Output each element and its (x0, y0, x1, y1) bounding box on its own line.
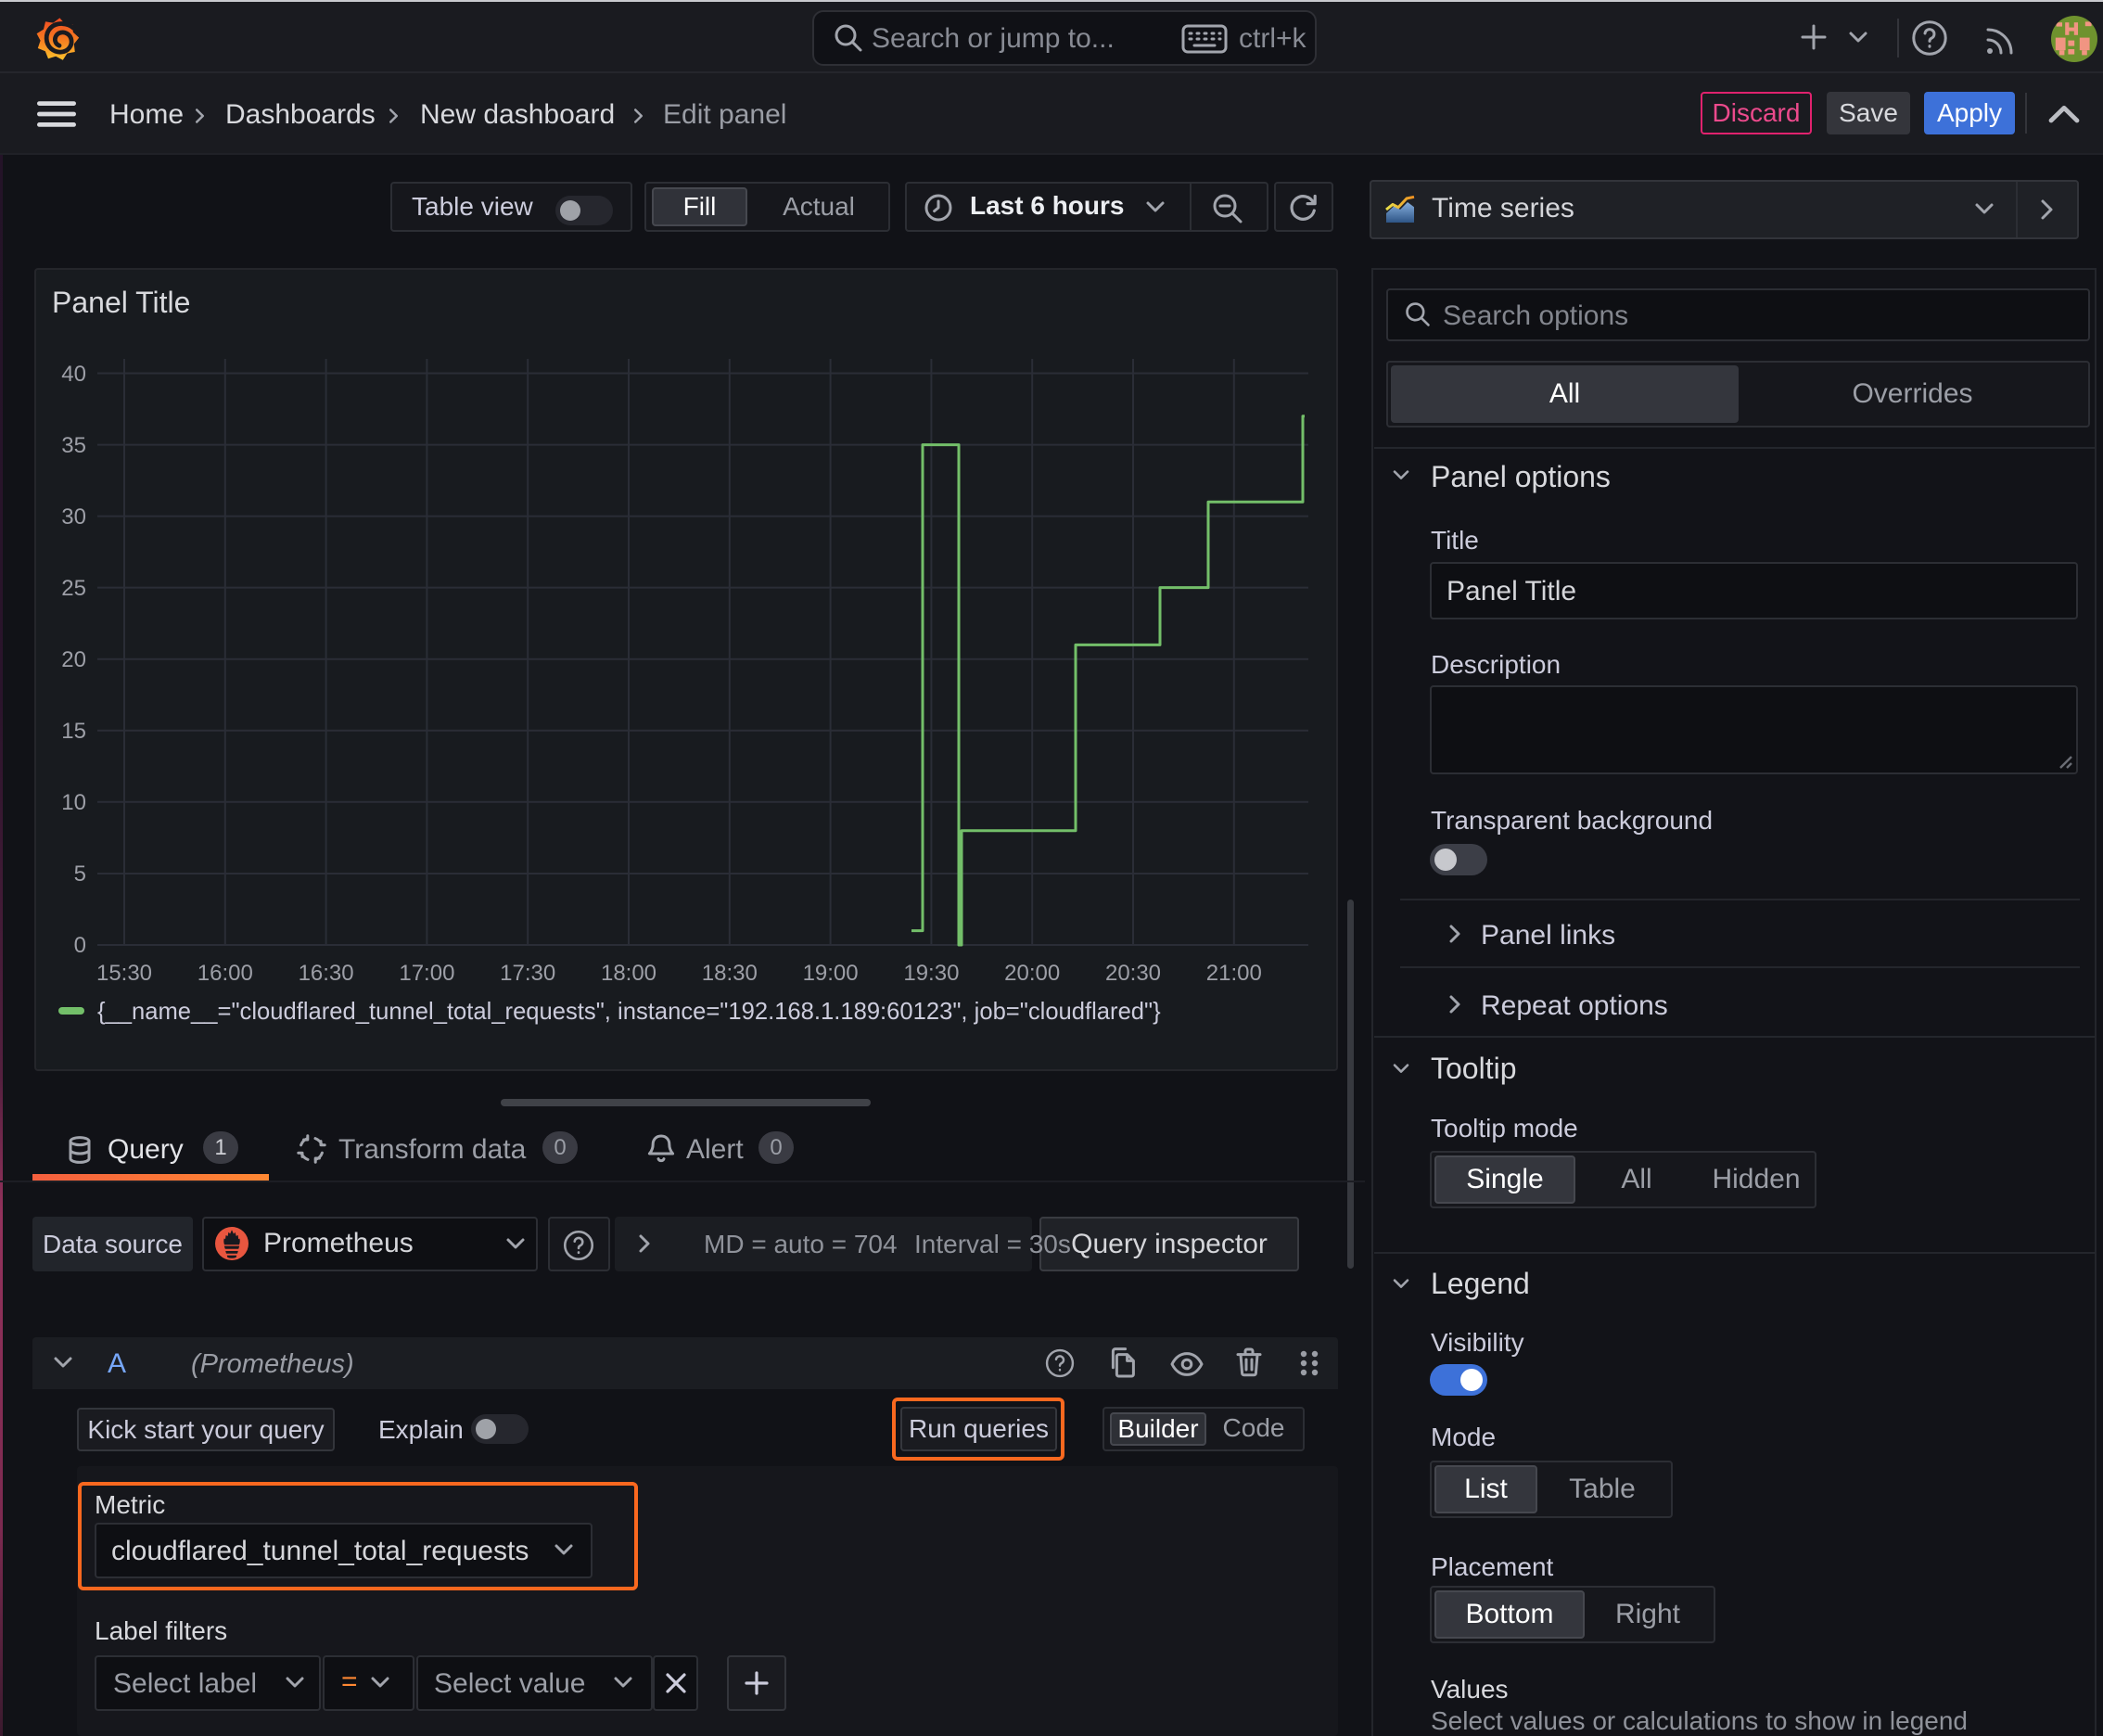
svg-text:17:00: 17:00 (399, 961, 454, 986)
svg-text:30: 30 (61, 504, 86, 530)
svg-text:16:30: 16:30 (299, 961, 354, 986)
svg-text:17:30: 17:30 (500, 961, 555, 986)
svg-text:15:30: 15:30 (96, 961, 152, 986)
svg-text:20: 20 (61, 647, 86, 672)
svg-text:0: 0 (74, 933, 86, 958)
svg-text:25: 25 (61, 576, 86, 601)
svg-text:10: 10 (61, 790, 86, 815)
svg-text:20:30: 20:30 (1105, 961, 1161, 986)
svg-text:20:00: 20:00 (1004, 961, 1060, 986)
svg-text:5: 5 (74, 862, 86, 887)
svg-text:15: 15 (61, 719, 86, 744)
svg-text:18:00: 18:00 (601, 961, 656, 986)
svg-text:19:30: 19:30 (903, 961, 959, 986)
svg-text:35: 35 (61, 433, 86, 458)
svg-text:16:00: 16:00 (198, 961, 253, 986)
svg-text:18:30: 18:30 (702, 961, 758, 986)
svg-text:{__name__="cloudflared_tunnel_: {__name__="cloudflared_tunnel_total_requ… (97, 999, 1161, 1025)
svg-text:19:00: 19:00 (803, 961, 859, 986)
svg-text:21:00: 21:00 (1206, 961, 1262, 986)
svg-text:40: 40 (61, 362, 86, 387)
